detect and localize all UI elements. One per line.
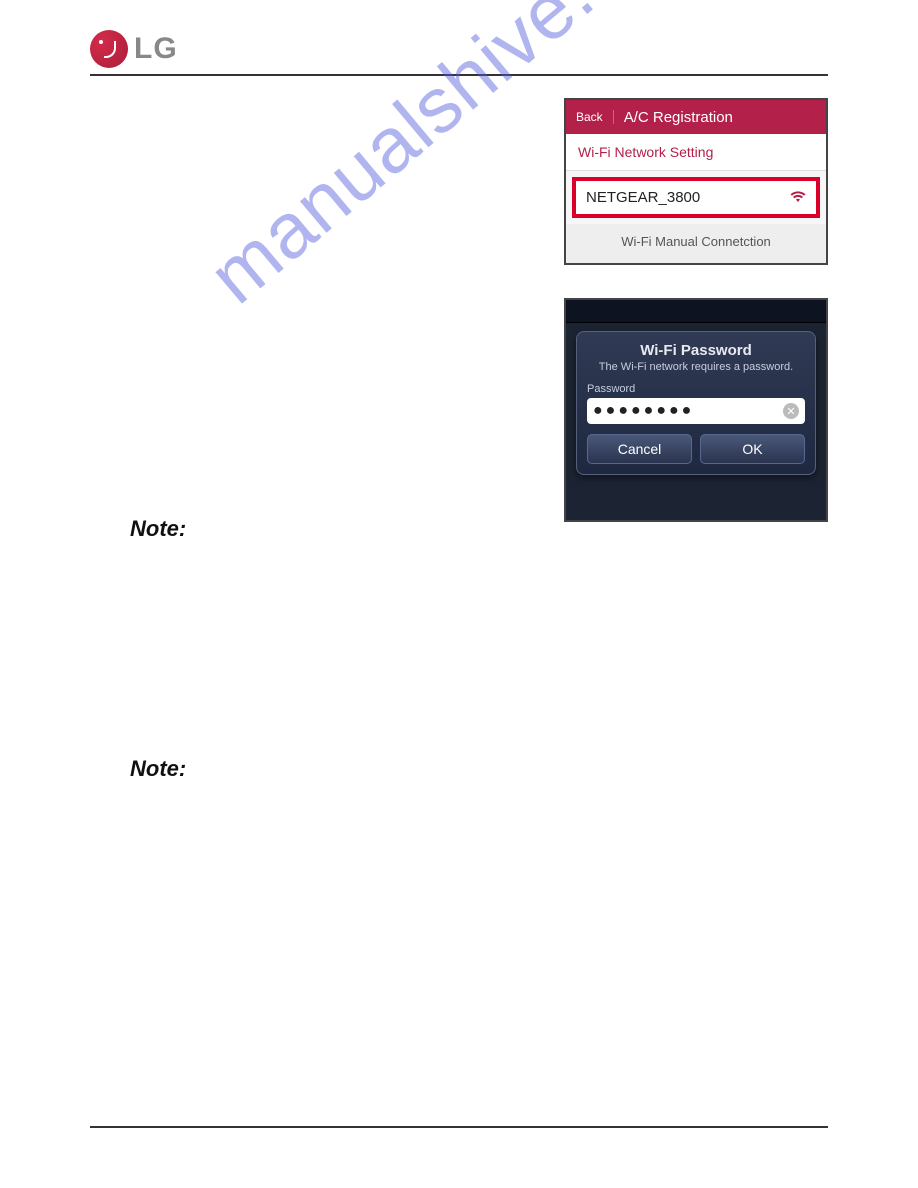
page-header: LG [90, 30, 828, 76]
password-mask: ●●●●●●●● [593, 402, 694, 420]
page-content: Back A/C Registration Wi-Fi Network Sett… [90, 76, 828, 96]
back-button[interactable]: Back [566, 110, 614, 124]
wifi-network-row[interactable]: NETGEAR_3800 [572, 177, 820, 218]
lg-wordmark: LG [134, 32, 178, 66]
footer-divider [90, 1126, 828, 1128]
dialog-subtitle: The Wi-Fi network requires a password. [587, 361, 805, 373]
wifi-manual-connection-button[interactable]: Wi-Fi Manual Connetction [566, 224, 826, 263]
wifi-network-setting-heading: Wi-Fi Network Setting [566, 134, 826, 171]
note-label-1: Note: [130, 516, 186, 542]
wifi-network-name: NETGEAR_3800 [586, 189, 700, 206]
wifi-signal-icon [790, 190, 806, 206]
clear-input-icon[interactable]: ✕ [783, 403, 799, 419]
lg-logo: LG [90, 30, 178, 68]
dialog-title: Wi-Fi Password [587, 342, 805, 359]
note-label-2: Note: [130, 756, 186, 782]
wifi-password-dialog: Wi-Fi Password The Wi-Fi network require… [576, 331, 816, 475]
ok-button[interactable]: OK [700, 434, 805, 464]
screenshot-ac-registration: Back A/C Registration Wi-Fi Network Sett… [564, 98, 828, 265]
cancel-button[interactable]: Cancel [587, 434, 692, 464]
password-input[interactable]: ●●●●●●●● ✕ [587, 398, 805, 424]
app-title-bar: Back A/C Registration [566, 100, 826, 134]
lg-face-icon [90, 30, 128, 68]
screenshot-wifi-password: Wi-Fi Password The Wi-Fi network require… [564, 298, 828, 522]
password-label: Password [587, 383, 805, 395]
screen-title: A/C Registration [614, 109, 733, 126]
dialog-buttons: Cancel OK [587, 434, 805, 464]
dimmed-background-row [566, 300, 826, 323]
